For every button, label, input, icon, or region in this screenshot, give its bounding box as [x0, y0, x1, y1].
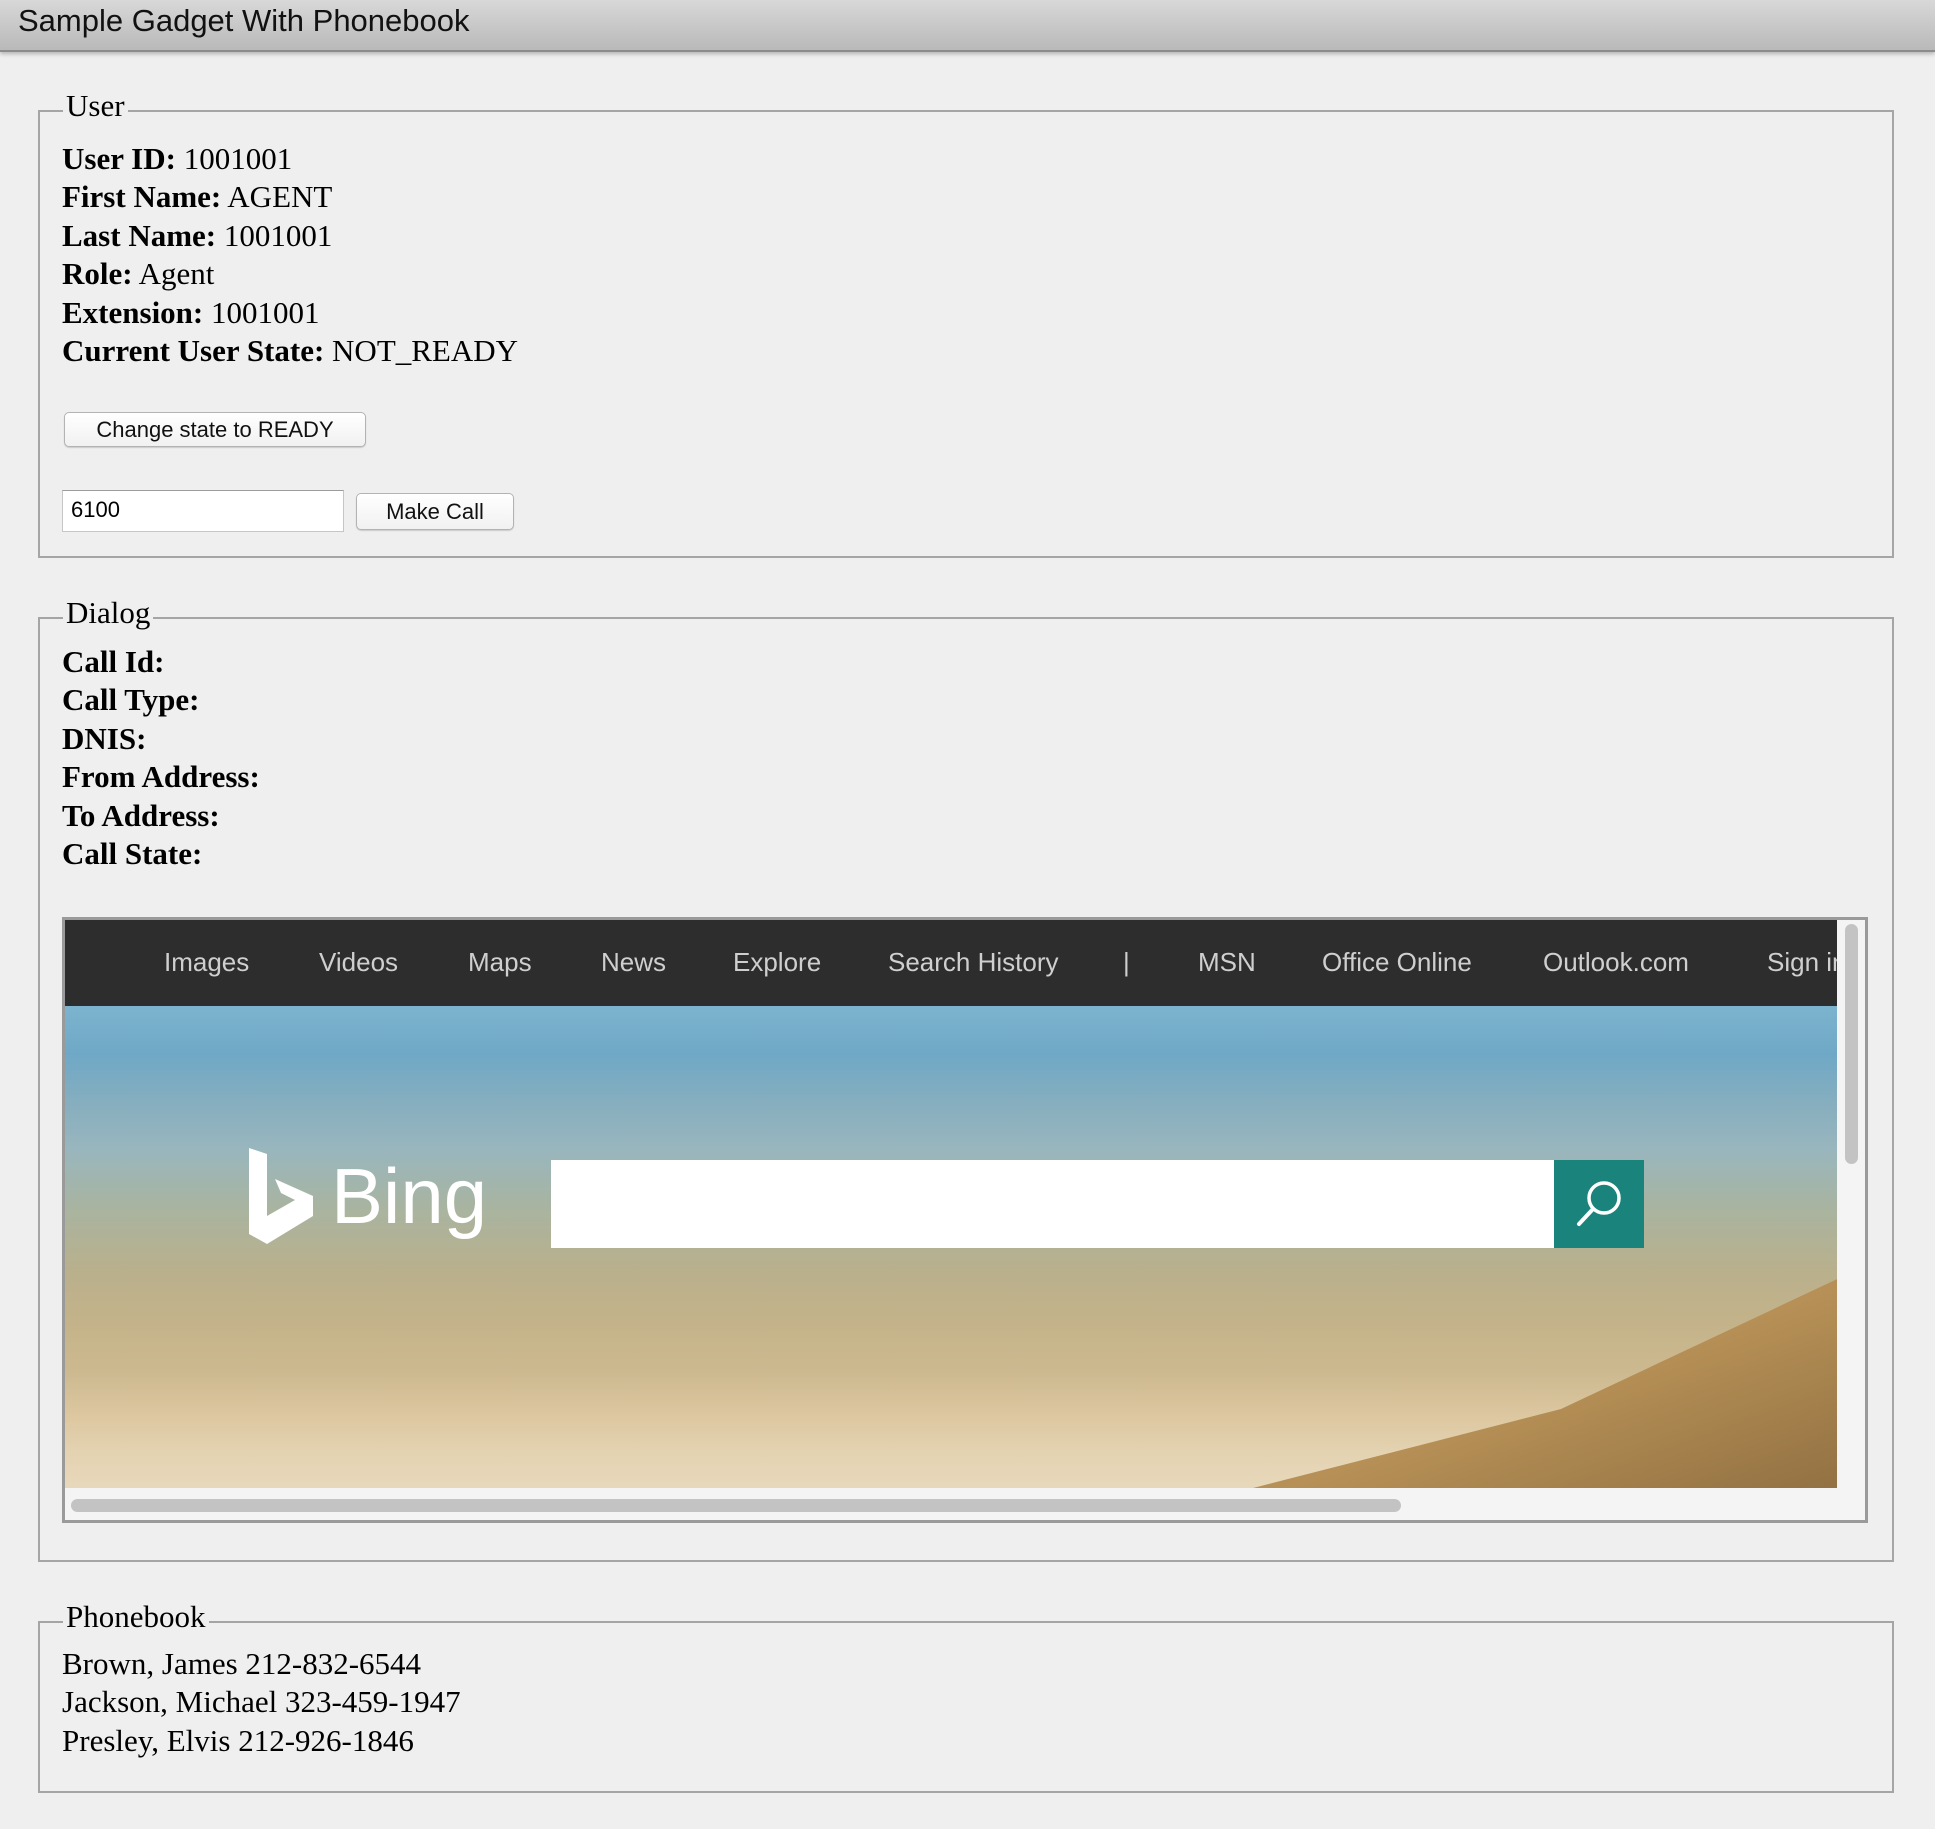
make-call-button[interactable]: Make Call: [356, 493, 514, 530]
user-panel: User User ID: 1001001 First Name: AGENT …: [38, 86, 1894, 558]
last-name-value: 1001001: [223, 217, 333, 253]
window-title: Sample Gadget With Phonebook: [18, 3, 470, 38]
to-address-row: To Address:: [62, 797, 260, 835]
sand-dune-shape: [1105, 1266, 1837, 1488]
last-name-row: Last Name: 1001001: [62, 217, 518, 255]
bing-logo-text: Bing: [331, 1151, 488, 1240]
call-type-row: Call Type:: [62, 681, 260, 719]
nav-videos[interactable]: Videos: [319, 947, 398, 978]
extension-value: 1001001: [211, 294, 320, 330]
first-name-label: First Name:: [62, 179, 222, 215]
nav-separator: |: [1123, 947, 1130, 977]
call-id-label: Call Id:: [62, 644, 165, 679]
from-address-row: From Address:: [62, 758, 260, 796]
call-type-label: Call Type:: [62, 682, 200, 718]
phonebook-entry: Presley, Elvis 212-926-1846: [62, 1722, 414, 1758]
extension-label: Extension:: [62, 294, 204, 330]
call-id-row: Call Id:: [62, 643, 260, 681]
bing-logo-icon: [249, 1148, 313, 1244]
call-state-label: Call State:: [62, 836, 203, 872]
phonebook-entry: Brown, James 212-832-6544: [62, 1646, 422, 1681]
nav-explore[interactable]: Explore: [733, 947, 821, 978]
frame-vertical-scrollbar[interactable]: [1837, 920, 1865, 1488]
bing-nav-bar: Images Videos Maps News Explore Search H…: [65, 920, 1847, 1006]
embedded-browser-frame[interactable]: Images Videos Maps News Explore Search H…: [62, 917, 1868, 1523]
nav-maps[interactable]: Maps: [468, 947, 532, 978]
nav-office-online[interactable]: Office Online: [1322, 947, 1472, 978]
to-address-label: To Address:: [62, 797, 220, 833]
role-label: Role:: [62, 256, 133, 292]
role-row: Role: Agent: [62, 255, 518, 293]
bing-search-input[interactable]: [551, 1160, 1554, 1248]
phonebook-legend: Phonebook: [63, 1597, 209, 1637]
first-name-row: First Name: AGENT: [62, 178, 518, 216]
dnis-label: DNIS:: [62, 720, 147, 756]
vertical-scroll-thumb[interactable]: [1845, 924, 1858, 1164]
user-state-label: Current User State:: [62, 333, 325, 369]
extension-row: Extension: 1001001: [62, 294, 518, 332]
user-info: User ID: 1001001 First Name: AGENT Last …: [62, 140, 518, 370]
from-address-label: From Address:: [62, 759, 260, 795]
horizontal-scroll-thumb[interactable]: [71, 1499, 1401, 1512]
first-name-value: AGENT: [227, 179, 333, 215]
nav-outlook[interactable]: Outlook.com: [1543, 947, 1689, 978]
nav-images[interactable]: Images: [164, 947, 249, 978]
call-state-row: Call State:: [62, 835, 260, 873]
role-value: Agent: [138, 256, 215, 292]
dial-number-input[interactable]: 6100: [62, 490, 344, 532]
bing-background-image: Bing: [65, 1006, 1837, 1488]
nav-news[interactable]: News: [601, 947, 666, 978]
dialog-info: Call Id: Call Type: DNIS: From Address: …: [62, 643, 260, 873]
user-id-label: User ID:: [62, 141, 176, 176]
nav-msn[interactable]: MSN: [1198, 947, 1256, 978]
phonebook-panel: Phonebook Brown, James 212-832-6544 Jack…: [38, 1597, 1894, 1793]
nav-search-history[interactable]: Search History: [888, 947, 1059, 978]
dnis-row: DNIS:: [62, 720, 260, 758]
dialog-legend: Dialog: [63, 593, 154, 633]
phonebook-entry: Jackson, Michael 323-459-1947: [62, 1684, 461, 1720]
last-name-label: Last Name:: [62, 217, 217, 253]
user-state-value: NOT_READY: [332, 333, 519, 369]
nav-sign-in[interactable]: Sign in: [1767, 947, 1847, 978]
bing-logo: Bing: [245, 1146, 487, 1246]
change-state-button[interactable]: Change state to READY: [64, 412, 366, 447]
user-id-value: 1001001: [183, 141, 293, 176]
phonebook-list: Brown, James 212-832-6544 Jackson, Micha…: [62, 1645, 461, 1760]
window-title-bar: Sample Gadget With Phonebook: [0, 0, 1935, 52]
user-legend: User: [63, 86, 128, 126]
dialog-panel: Dialog Call Id: Call Type: DNIS: From Ad…: [38, 593, 1894, 1562]
bing-search-button[interactable]: [1554, 1160, 1644, 1248]
frame-horizontal-scrollbar[interactable]: [65, 1488, 1865, 1520]
search-icon: [1577, 1181, 1621, 1226]
user-state-row: Current User State: NOT_READY: [62, 332, 518, 370]
user-id-row: User ID: 1001001: [62, 140, 518, 178]
